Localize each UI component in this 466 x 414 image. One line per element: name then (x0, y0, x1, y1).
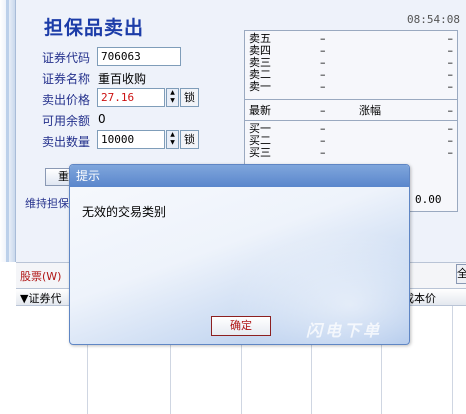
code-label: 证券代码 (42, 51, 91, 65)
left-splitter[interactable] (0, 0, 16, 262)
code-input[interactable]: 706063 (97, 47, 181, 66)
quote-divider (245, 99, 457, 100)
quote-row: 卖二 – – (249, 68, 453, 81)
dialog-message: 无效的交易类别 (82, 205, 167, 219)
qty-input[interactable]: 10000 (97, 130, 165, 149)
price-lock-button[interactable]: 锁 (180, 88, 199, 107)
tab-stocks[interactable]: 股票(W) (20, 268, 61, 284)
latest-row: 最新 – 涨幅 – (249, 104, 453, 117)
column-divider (452, 306, 453, 414)
quote-row: 卖一 – – (249, 80, 453, 93)
quote-row: 买一 – – (249, 122, 453, 135)
clock: 08:54:08 (407, 13, 460, 26)
brand-watermark: 闪电下单 (306, 321, 383, 340)
column-header-code[interactable]: ▼证券代 (20, 290, 61, 306)
avail-label: 可用余额 (42, 114, 91, 128)
stepper-down-icon[interactable]: ▼ (167, 97, 178, 105)
quote-row: 卖四 – – (249, 44, 453, 57)
name-label: 证券名称 (42, 72, 91, 86)
stepper-down-icon[interactable]: ▼ (167, 139, 178, 147)
dialog-title: 提示 (70, 165, 409, 187)
ok-button[interactable]: 确定 (211, 316, 271, 336)
qty-lock-button[interactable]: 锁 (180, 130, 199, 149)
price-stepper[interactable]: ▲ ▼ (166, 88, 179, 107)
splitter-bar (6, 0, 9, 262)
ratio-value: 0.00 (415, 193, 442, 206)
stepper-up-icon[interactable]: ▲ (167, 89, 178, 97)
qty-stepper[interactable]: ▲ ▼ (166, 130, 179, 149)
name-value: 重百收购 (98, 72, 147, 86)
qty-label: 卖出数量 (42, 135, 91, 149)
price-input[interactable]: 27.16 (97, 88, 165, 107)
quote-row: 买三 – – (249, 146, 453, 159)
quote-row: 卖三 – – (249, 56, 453, 69)
alert-dialog: 提示 无效的交易类别 确定 闪电下单 (69, 164, 410, 345)
price-label: 卖出价格 (42, 93, 91, 107)
maintenance-ratio-label: 维持担保 (25, 197, 69, 210)
page-title: 担保品卖出 (44, 17, 145, 39)
avail-value: 0 (98, 112, 106, 126)
quote-divider (245, 120, 457, 121)
quote-row: 买二 – – (249, 134, 453, 147)
select-all-button[interactable]: 全 (456, 264, 466, 284)
stepper-up-icon[interactable]: ▲ (167, 131, 178, 139)
quote-row: 卖五 – – (249, 32, 453, 45)
